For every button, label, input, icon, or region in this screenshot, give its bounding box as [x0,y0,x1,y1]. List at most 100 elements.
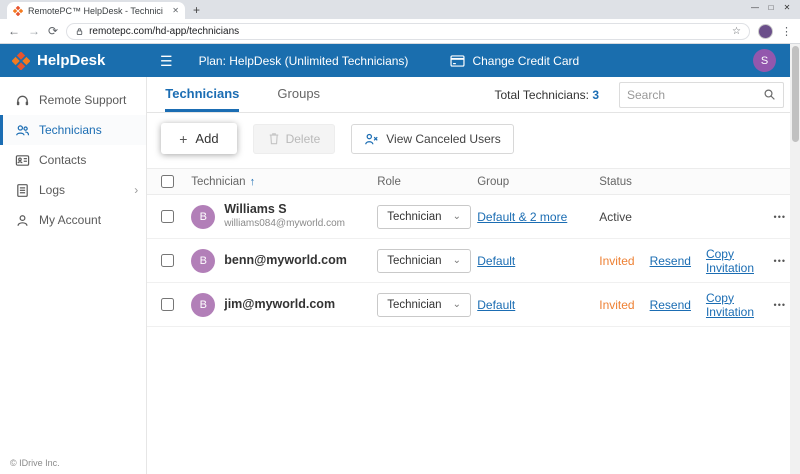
col-technician[interactable]: Technician↑ [191,176,377,188]
group-link[interactable]: Default & 2 more [477,210,567,224]
main-content: Technicians Groups Total Technicians: 3 [147,77,800,474]
sidebar-item-label: My Account [39,213,101,227]
resend-link[interactable]: Resend [650,254,691,268]
account-avatar[interactable]: S [753,49,776,72]
delete-button[interactable]: Delete [253,124,336,154]
app-header: HelpDesk ☰ Plan: HelpDesk (Unlimited Tec… [0,44,800,77]
col-role: Role [377,176,477,188]
row-checkbox[interactable] [161,254,174,267]
view-canceled-label: View Canceled Users [386,132,501,146]
chevron-right-icon: › [134,183,138,197]
chevron-down-icon: ⌄ [453,258,461,264]
group-link[interactable]: Default [477,298,515,312]
browser-tabstrip: RemotePC™ HelpDesk - Technici ✕ + — □ ✕ [0,0,800,19]
bookmark-star-icon[interactable]: ☆ [732,26,741,37]
content-tabs: Technicians Groups Total Technicians: 3 [147,77,800,113]
browser-toolbar: ← → ⟳ remotepc.com/hd-app/technicians ☆ … [0,19,800,44]
chevron-down-icon: ⌄ [453,214,461,220]
helpdesk-favicon [13,6,23,16]
status-text: Invited [599,254,634,268]
hamburger-menu-icon[interactable]: ☰ [160,54,173,68]
sort-asc-icon[interactable]: ↑ [250,176,256,188]
url-text: remotepc.com/hd-app/technicians [89,26,727,37]
row-menu-icon[interactable]: ••• [754,300,794,310]
select-all-checkbox[interactable] [161,175,174,188]
table-header: Technician↑ Role Group Status [147,168,800,195]
change-credit-card-button[interactable]: Change Credit Card [450,54,579,68]
sidebar-item-technicians[interactable]: Technicians [0,115,146,145]
copyright: © IDrive Inc. [10,458,60,468]
role-dropdown[interactable]: Technician ⌄ [377,293,471,317]
account-icon [15,213,30,228]
change-credit-card-label: Change Credit Card [472,54,579,68]
sidebar-item-label: Contacts [39,153,86,167]
add-label: Add [195,131,218,146]
row-menu-icon[interactable]: ••• [754,256,794,266]
tabs-right: Total Technicians: 3 [494,77,800,112]
resend-link[interactable]: Resend [650,298,691,312]
brand-name: HelpDesk [37,52,105,69]
sidebar-item-contacts[interactable]: Contacts [0,145,146,175]
row-checkbox[interactable] [161,210,174,223]
credit-card-icon [450,55,465,67]
refresh-icon[interactable]: ⟳ [48,25,58,37]
search-icon[interactable] [763,88,776,101]
avatar: B [191,249,215,273]
table-row: B benn@myworld.com Technician⌄ Default I… [147,239,800,283]
role-value: Technician [387,299,441,311]
add-button[interactable]: + Add [161,123,236,154]
search-box [619,82,784,108]
toolbar: + Add Delete View Canceled Users [147,113,800,164]
row-checkbox[interactable] [161,298,174,311]
browser-window: RemotePC™ HelpDesk - Technici ✕ + — □ ✕ … [0,0,800,474]
headset-icon [15,93,30,108]
browser-tab[interactable]: RemotePC™ HelpDesk - Technici ✕ [7,2,185,19]
browser-profile-avatar[interactable] [758,24,773,39]
tab-groups[interactable]: Groups [277,77,320,112]
avatar: B [191,205,215,229]
maximize-button[interactable]: □ [763,1,779,15]
group-link[interactable]: Default [477,254,515,268]
col-status: Status [599,176,754,188]
role-dropdown[interactable]: Technician⌄ [377,205,471,229]
technician-name: jim@myworld.com [224,297,335,313]
minimize-button[interactable]: — [747,1,763,15]
tab-close-icon[interactable]: ✕ [172,6,179,15]
lock-icon [75,27,84,36]
role-dropdown[interactable]: Technician ⌄ [377,249,471,273]
sidebar: Remote Support Technicians Contacts Logs… [0,77,147,474]
total-value: 3 [592,88,599,102]
new-tab-button[interactable]: + [193,3,200,17]
status-text: Active [599,210,632,224]
search-input[interactable] [627,88,757,102]
view-canceled-users-button[interactable]: View Canceled Users [351,124,514,154]
tab-technicians[interactable]: Technicians [165,77,239,112]
row-menu-icon[interactable]: ••• [754,212,794,222]
trash-icon [268,132,280,145]
back-icon[interactable]: ← [8,25,20,37]
scrollbar-thumb[interactable] [792,46,799,142]
copy-invitation-link[interactable]: Copy Invitation [706,247,754,275]
copy-invitation-link[interactable]: Copy Invitation [706,291,754,319]
plus-icon: + [179,132,187,146]
delete-label: Delete [286,132,321,146]
page-scrollbar [790,44,800,474]
helpdesk-app: HelpDesk ☰ Plan: HelpDesk (Unlimited Tec… [0,44,800,474]
role-value: Technician [387,255,441,267]
address-bar[interactable]: remotepc.com/hd-app/technicians ☆ [66,23,750,40]
browser-menu-icon[interactable]: ⋮ [781,25,792,38]
sidebar-item-label: Logs [39,183,65,197]
sidebar-item-my-account[interactable]: My Account [0,205,146,235]
sidebar-item-remote-support[interactable]: Remote Support [0,85,146,115]
forward-icon[interactable]: → [28,25,40,37]
tab-title: RemotePC™ HelpDesk - Technici [28,6,167,16]
helpdesk-logo-icon [12,52,30,70]
technician-name: Williams S [224,202,345,218]
close-button[interactable]: ✕ [779,1,795,15]
sidebar-item-logs[interactable]: Logs › [0,175,146,205]
app-body: Remote Support Technicians Contacts Logs… [0,77,800,474]
plan-label: Plan: HelpDesk (Unlimited Technicians) [199,54,409,68]
status-text: Invited [599,298,634,312]
table-row: B Williams S williams084@myworld.com Tec… [147,195,800,239]
chevron-down-icon: ⌄ [453,302,461,308]
